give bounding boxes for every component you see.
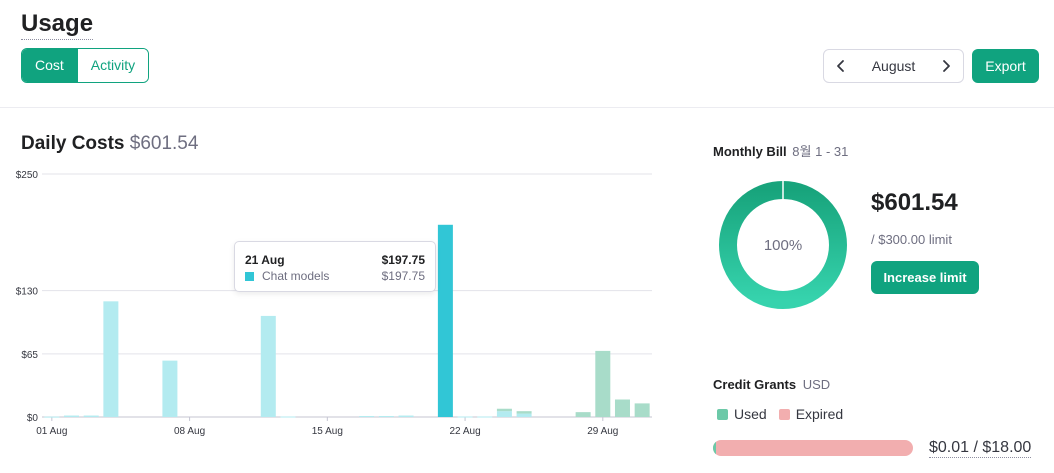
- credit-grants-title: Credit Grants USD: [713, 377, 830, 392]
- y-tick-label: $65: [21, 350, 38, 361]
- chevron-left-icon[interactable]: [835, 58, 847, 74]
- bill-limit: / $300.00 limit: [871, 232, 952, 247]
- month-selector: August: [823, 49, 964, 83]
- daily-costs-title: Daily Costs $601.54: [21, 133, 198, 155]
- daily-costs-chart: $250 $130 $65 $0 01 Aug 08 Aug 15 Aug 22 Aug 29 …: [16, 170, 652, 437]
- tooltip-series-value: $197.75: [381, 269, 425, 283]
- bar: [457, 416, 473, 418]
- bar: [280, 416, 296, 418]
- credit-grant-used-fill: [713, 440, 716, 456]
- bar: [516, 411, 532, 414]
- legend-used: Used: [717, 406, 767, 422]
- bar: [614, 399, 630, 417]
- bar: [496, 411, 512, 417]
- chevron-right-icon[interactable]: [940, 58, 952, 74]
- monthly-bill-title: Monthly Bill 8월 1 - 31: [713, 141, 848, 160]
- view-toggle: Cost Activity: [21, 48, 150, 83]
- bar: [359, 416, 375, 418]
- legend-used-label: Used: [734, 406, 767, 422]
- credit-grant-amount[interactable]: $0.01 / $18.00: [929, 439, 1032, 458]
- bar: [378, 416, 394, 418]
- tooltip-total: $197.75: [381, 253, 425, 267]
- bar: [437, 224, 453, 417]
- chart-tooltip: 21 Aug $197.75 Chat models $197.75: [234, 241, 436, 292]
- daily-costs-label: Daily Costs: [21, 133, 125, 154]
- monthly-bill-label: Monthly Bill: [713, 144, 787, 159]
- y-tick-label: $0: [27, 413, 39, 424]
- monthly-bill-range: 8월 1 - 31: [792, 144, 849, 159]
- bar: [516, 413, 532, 417]
- legend-used-swatch: [717, 408, 728, 420]
- bar: [83, 415, 99, 417]
- legend-expired: Expired: [778, 406, 844, 422]
- tooltip-series-swatch: [245, 271, 254, 281]
- x-tick-label: 01 Aug: [36, 426, 67, 437]
- donut-percent: 100%: [764, 237, 802, 254]
- header-divider: [0, 107, 1054, 108]
- y-tick-label: $130: [16, 287, 39, 298]
- daily-costs-total: $601.54: [129, 133, 199, 154]
- increase-limit-button[interactable]: Increase limit: [871, 261, 979, 294]
- tab-activity[interactable]: Activity: [76, 49, 149, 82]
- tooltip-series: Chat models: [245, 269, 329, 283]
- x-tick-label: 15 Aug: [312, 426, 343, 437]
- bar: [44, 416, 60, 418]
- x-tick-label: 08 Aug: [174, 426, 205, 437]
- bill-donut-chart: 100%: [719, 181, 847, 309]
- x-tick-label: 22 Aug: [449, 426, 480, 437]
- bar: [398, 415, 414, 417]
- bar: [162, 360, 178, 417]
- credit-grants-label: Credit Grants: [713, 377, 797, 392]
- y-tick-label: $250: [16, 170, 39, 181]
- page-title: Usage: [21, 10, 94, 40]
- bar: [64, 415, 80, 417]
- credit-grant-bar: [713, 440, 913, 456]
- bar: [477, 416, 493, 418]
- credit-grants-unit: USD: [802, 377, 831, 392]
- legend-expired-swatch: [778, 408, 790, 420]
- x-tick-label: 29 Aug: [587, 426, 618, 437]
- grants-legend: Used Expired: [717, 406, 843, 422]
- tooltip-series-name: Chat models: [262, 269, 330, 283]
- legend-expired-label: Expired: [795, 406, 844, 422]
- bar: [595, 350, 611, 417]
- bar: [634, 403, 650, 417]
- month-label: August: [871, 58, 916, 74]
- bar: [260, 315, 276, 417]
- tab-cost[interactable]: Cost: [22, 49, 77, 82]
- bar: [496, 408, 512, 412]
- tooltip-date: 21 Aug: [245, 253, 285, 267]
- bar: [575, 412, 591, 417]
- export-button[interactable]: Export: [972, 49, 1039, 83]
- bar: [103, 301, 119, 417]
- bill-amount: $601.54: [871, 189, 958, 216]
